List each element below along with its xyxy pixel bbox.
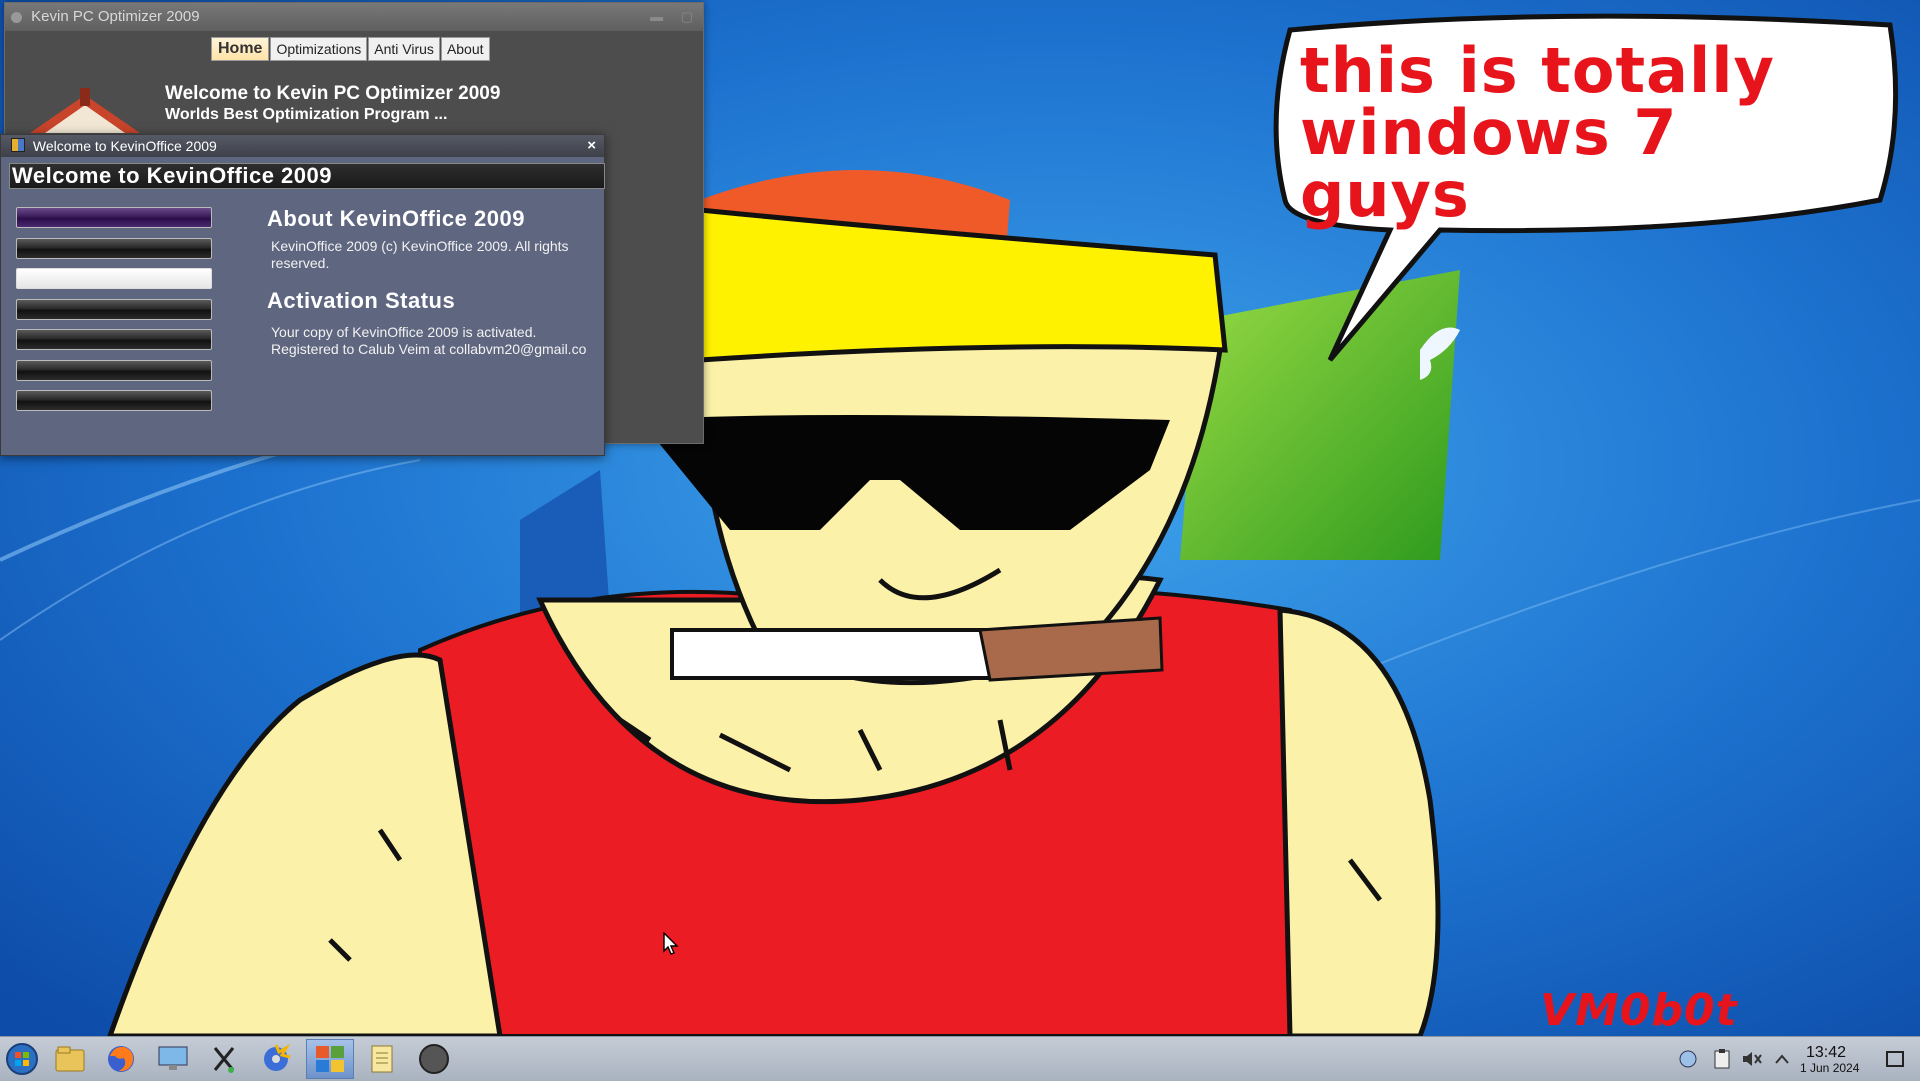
- start-orb-icon[interactable]: [4, 1041, 40, 1077]
- nav-button-2[interactable]: [16, 237, 212, 259]
- speaker-muted-icon[interactable]: [1738, 1041, 1766, 1077]
- office-nav: [16, 207, 212, 421]
- optimizer-welcome-subtitle: Worlds Best Optimization Program ...: [165, 106, 448, 123]
- optimizer-title: Kevin PC Optimizer 2009: [31, 8, 200, 25]
- maximize-icon[interactable]: ▢: [681, 9, 693, 24]
- tool-x-icon[interactable]: [206, 1041, 242, 1077]
- watermark-text: VM0b0t: [1540, 985, 1738, 1036]
- chevron-up-icon[interactable]: [1768, 1041, 1796, 1077]
- clock-date[interactable]: 1 Jun 2024: [1800, 1061, 1859, 1075]
- optimizer-welcome-title: Welcome to Kevin PC Optimizer 2009: [165, 83, 501, 104]
- house-icon: [30, 88, 140, 133]
- about-text: KevinOffice 2009 (c) KevinOffice 2009. A…: [271, 238, 569, 271]
- nav-button-4[interactable]: [16, 298, 212, 320]
- speech-bubble-text: this is totally windows 7 guys: [1300, 34, 1775, 231]
- optimizer-titlebar[interactable]: Kevin PC Optimizer 2009 ▬ ▢: [5, 3, 703, 31]
- nav-button-5[interactable]: [16, 329, 212, 350]
- minimize-icon[interactable]: ▬: [650, 9, 663, 24]
- nav-button-3[interactable]: [16, 268, 212, 289]
- office-titlebar[interactable]: Welcome to KevinOffice 2009 ×: [1, 135, 604, 157]
- activation-line-1: Your copy of KevinOffice 2009 is activat…: [271, 324, 537, 340]
- burning-disc-icon[interactable]: [258, 1041, 294, 1077]
- desktop: this is totally windows 7 guys VM0b0t Ke…: [0, 0, 1920, 1036]
- tab-optimizations[interactable]: Optimizations: [270, 37, 368, 61]
- remote-desktop-icon[interactable]: [155, 1041, 191, 1077]
- about-heading: About KevinOffice 2009: [267, 206, 525, 231]
- office-welcome-window: Welcome to KevinOffice 2009 × Welcome to…: [0, 134, 605, 456]
- activation-heading: Activation Status: [267, 288, 456, 313]
- nav-button-6[interactable]: [16, 359, 212, 381]
- kevin-office-icon[interactable]: [306, 1039, 354, 1079]
- firefox-icon[interactable]: [103, 1041, 139, 1077]
- network-icon[interactable]: [1674, 1041, 1702, 1077]
- tab-home[interactable]: Home: [211, 37, 270, 61]
- safari-compass-icon[interactable]: [416, 1041, 452, 1077]
- app-icon: [11, 11, 22, 23]
- tab-about[interactable]: About: [440, 37, 490, 61]
- tab-anti-virus[interactable]: Anti Virus: [368, 37, 440, 61]
- show-desktop-icon[interactable]: [1880, 1041, 1910, 1077]
- taskbar: 13:42 1 Jun 2024: [0, 1036, 1920, 1081]
- notepad-icon[interactable]: [364, 1041, 400, 1077]
- office-header-banner: Welcome to KevinOffice 2009: [9, 163, 605, 189]
- close-icon[interactable]: ×: [587, 135, 596, 157]
- clock-time[interactable]: 13:42: [1806, 1044, 1846, 1062]
- kevin-office-icon: [11, 138, 25, 152]
- nav-button-1[interactable]: [16, 207, 212, 228]
- nav-button-7[interactable]: [16, 390, 212, 411]
- office-window-title: Welcome to KevinOffice 2009: [32, 138, 217, 154]
- file-manager-icon[interactable]: [52, 1041, 88, 1077]
- optimizer-tabbar: Home Optimizations Anti Virus About: [211, 37, 491, 61]
- clipboard-icon[interactable]: [1708, 1041, 1736, 1077]
- mouse-cursor-icon: [663, 932, 679, 955]
- activation-line-2: Registered to Calub Veim at collabvm20@g…: [271, 341, 587, 357]
